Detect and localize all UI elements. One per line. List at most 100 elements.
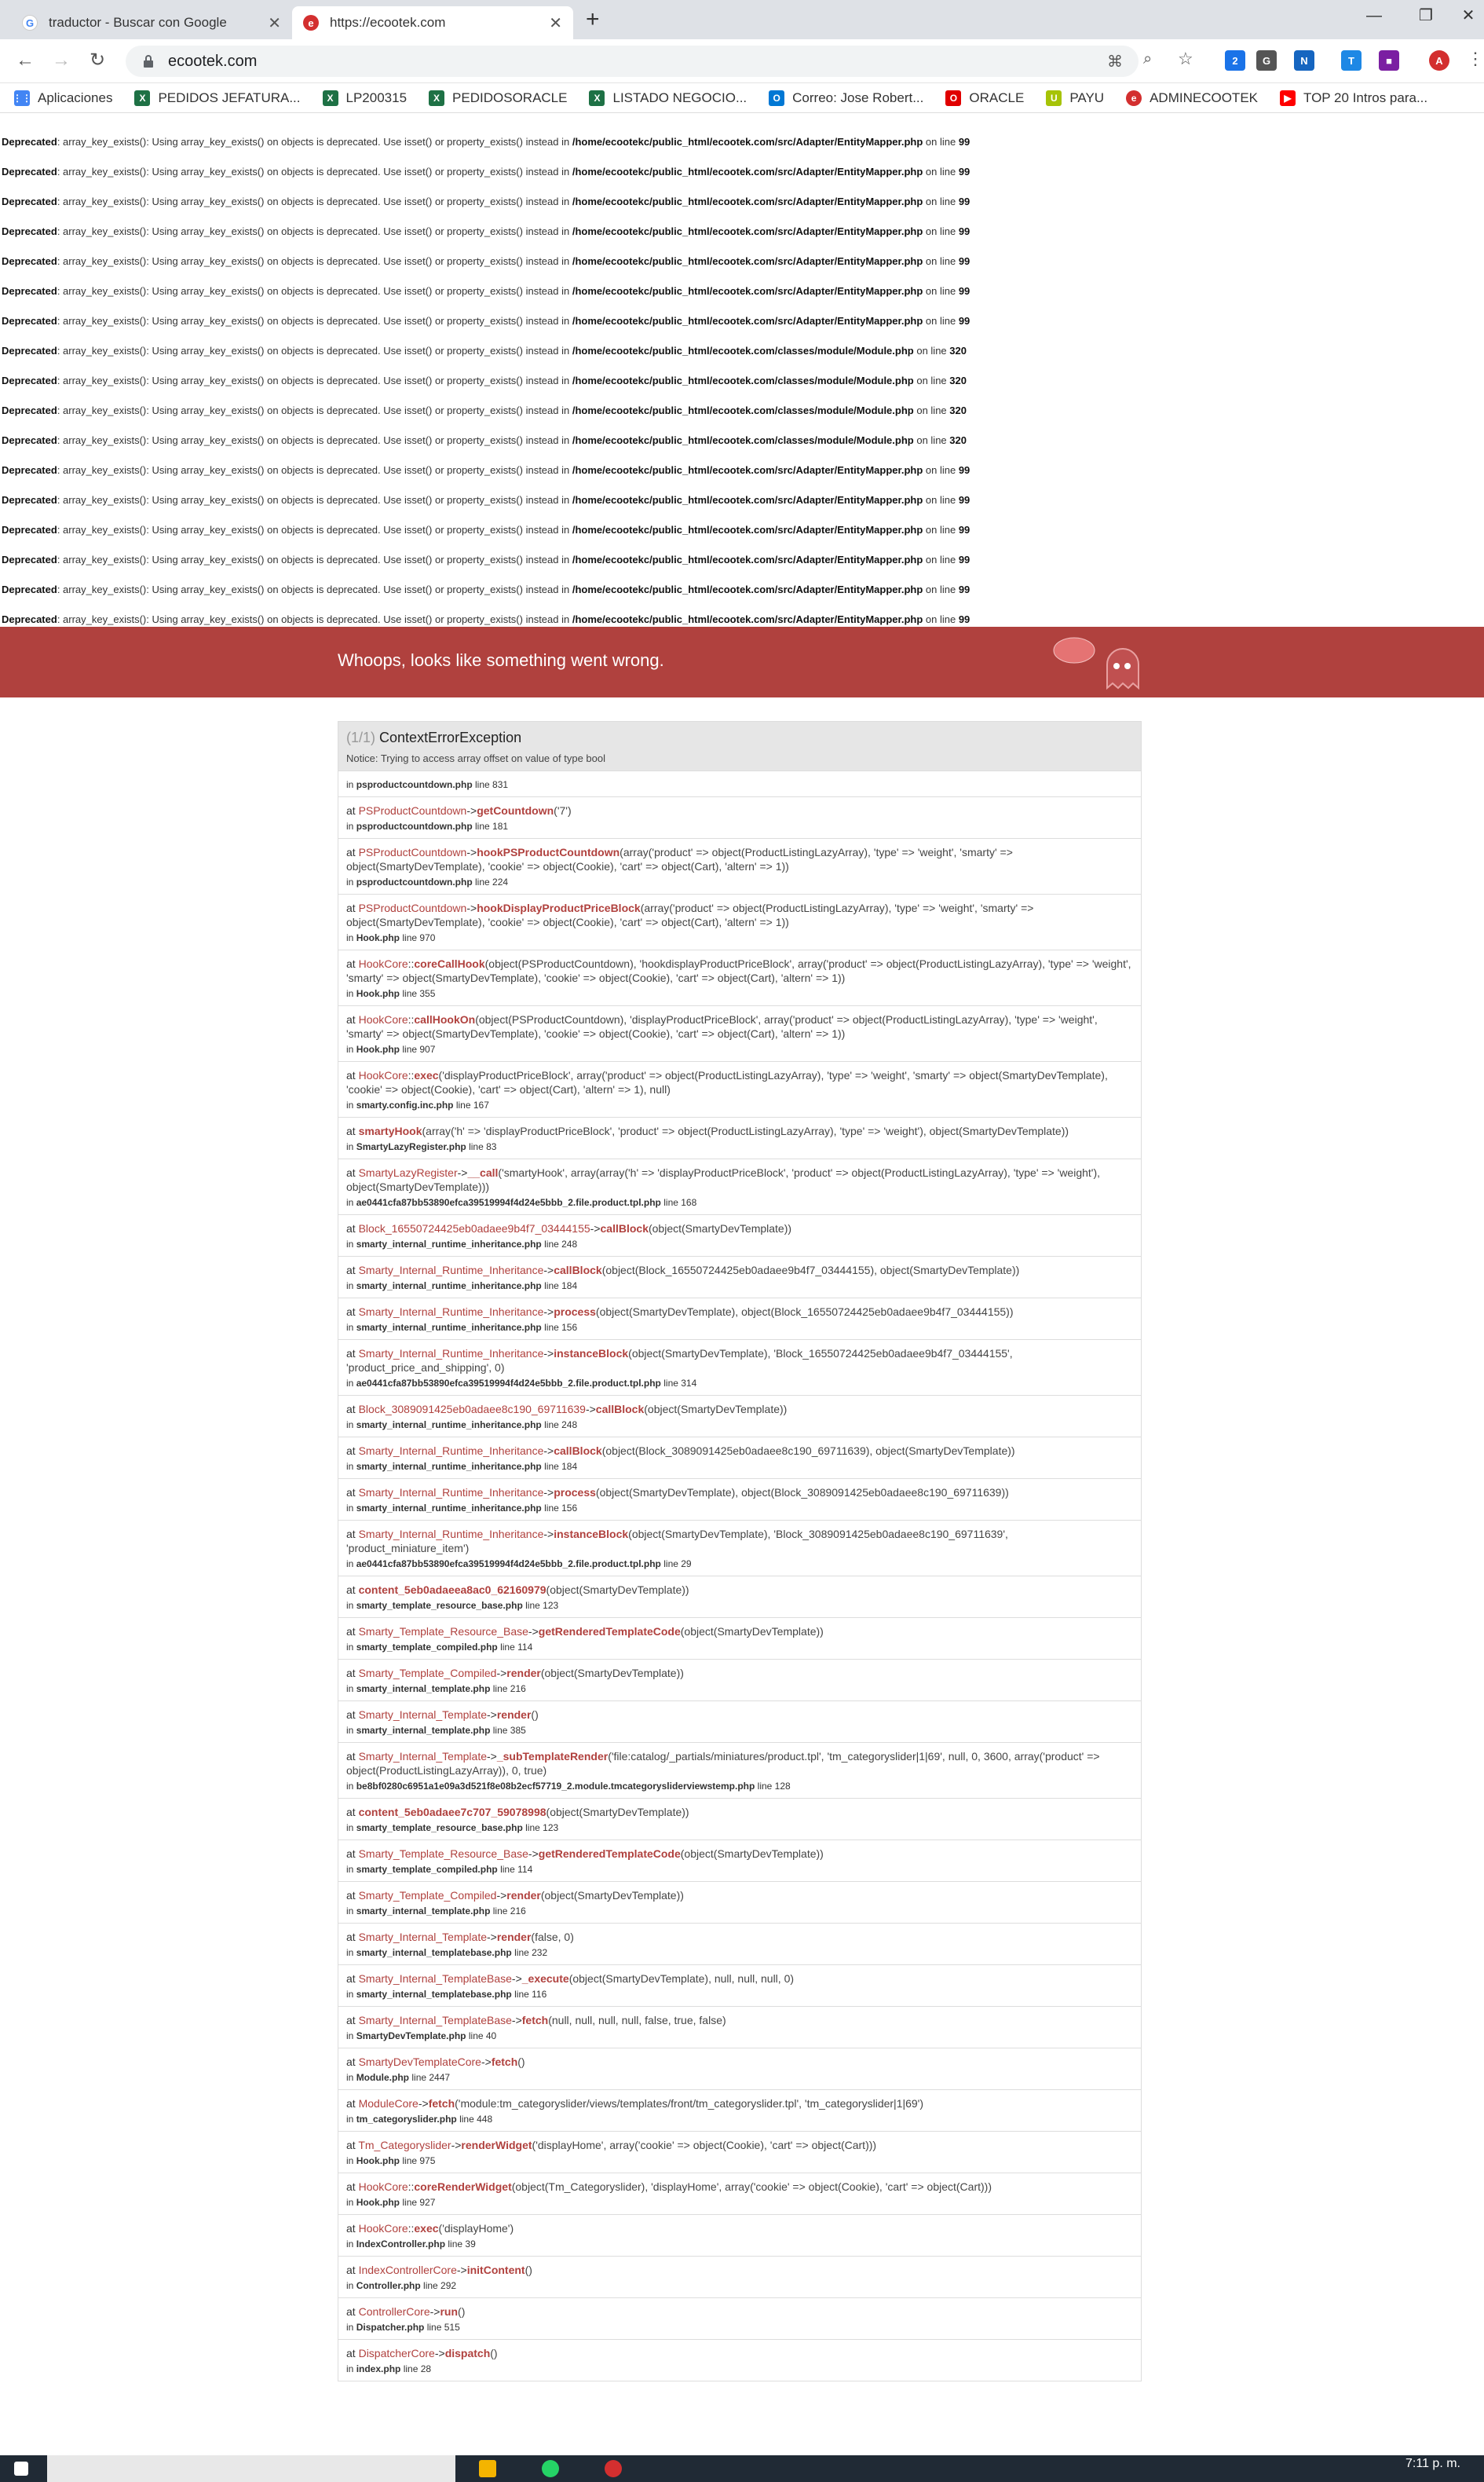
deprecated-line-number: 99 bbox=[958, 494, 970, 506]
trace-file: Hook.php bbox=[356, 988, 400, 999]
bookmark-label: PEDIDOSORACLE bbox=[452, 90, 568, 105]
trace-in: in bbox=[346, 1141, 356, 1152]
deprecated-message: : array_key_exists(): Using array_key_ex… bbox=[57, 225, 572, 237]
restore-icon[interactable]: ❐ bbox=[1402, 2, 1449, 30]
trace-function: __call bbox=[467, 1166, 499, 1179]
trace-args: (object(Block_16550724425eb0adaee9b4f7_0… bbox=[601, 1264, 1020, 1276]
trace-frame: at Block_3089091425eb0adaee8c190_6971163… bbox=[338, 1395, 1141, 1437]
trace-line: line 515 bbox=[426, 2322, 460, 2333]
bookmark-item[interactable]: ⋮⋮ Aplicaciones bbox=[13, 90, 112, 106]
bookmark-star-icon[interactable]: ☆ bbox=[1178, 49, 1193, 69]
forward-arrow-icon[interactable]: → bbox=[52, 49, 71, 72]
extension-icon[interactable]: ■ bbox=[1379, 50, 1399, 71]
trace-class: Smarty_Template_Resource_Base bbox=[358, 1847, 528, 1860]
trace-args: (object(Tm_Categoryslider), 'displayHome… bbox=[511, 2180, 992, 2193]
file-explorer-icon[interactable] bbox=[479, 2460, 496, 2477]
new-tab-button[interactable]: + bbox=[586, 8, 600, 31]
bookmark-item[interactable]: X PEDIDOSORACLE bbox=[429, 90, 567, 106]
trace-args: (object(SmartyDevTemplate)) bbox=[546, 1583, 689, 1596]
trace-operator: -> bbox=[487, 1708, 497, 1721]
chrome-icon[interactable] bbox=[605, 2460, 622, 2477]
bookmark-item[interactable]: U PAYU bbox=[1046, 90, 1104, 106]
bookmark-label: LP200315 bbox=[345, 90, 408, 105]
zoom-icon[interactable]: ⌕ bbox=[1143, 50, 1152, 68]
trace-operator: -> bbox=[543, 1264, 554, 1276]
menu-dots-icon[interactable]: ⋮ bbox=[1467, 49, 1484, 69]
excel-icon: X bbox=[134, 90, 151, 106]
back-arrow-icon[interactable]: ← bbox=[16, 49, 35, 72]
close-window-icon[interactable]: ✕ bbox=[1445, 2, 1484, 30]
trace-in: in bbox=[346, 1725, 356, 1736]
trace-frame: at Smarty_Internal_Runtime_Inheritance->… bbox=[338, 1339, 1141, 1395]
tab-title: https://ecootek.com bbox=[330, 15, 446, 30]
bookmark-item[interactable]: e ADMINECOOTEK bbox=[1126, 90, 1258, 106]
deprecated-line: Deprecated: array_key_exists(): Using ar… bbox=[0, 220, 1484, 250]
deprecated-message: : array_key_exists(): Using array_key_ex… bbox=[57, 136, 572, 148]
extension-icon[interactable]: 2 bbox=[1225, 50, 1245, 71]
translate-icon[interactable]: ⌘ bbox=[1107, 52, 1123, 71]
trace-file: psproductcountdown.php bbox=[356, 821, 473, 832]
deprecated-online: on line bbox=[923, 584, 959, 595]
extension-icon[interactable]: T bbox=[1341, 50, 1362, 71]
deprecated-line: Deprecated: array_key_exists(): Using ar… bbox=[0, 459, 1484, 489]
trace-line: line 123 bbox=[525, 1600, 559, 1611]
profile-avatar[interactable]: A bbox=[1429, 50, 1449, 71]
trace-function: hookPSProductCountdown bbox=[477, 846, 620, 858]
bookmark-item[interactable]: ▶ TOP 20 Intros para... bbox=[1280, 90, 1427, 106]
bookmark-item[interactable]: O ORACLE bbox=[945, 90, 1024, 106]
tab-ecootek[interactable]: e https://ecootek.com ✕ bbox=[292, 6, 573, 39]
deprecated-online: on line bbox=[913, 345, 950, 357]
deprecated-line: Deprecated: array_key_exists(): Using ar… bbox=[0, 518, 1484, 548]
close-tab-icon[interactable]: ✕ bbox=[268, 13, 281, 33]
trace-operator: -> bbox=[543, 1444, 554, 1457]
taskbar-search-box[interactable] bbox=[47, 2455, 455, 2482]
bookmark-item[interactable]: O Correo: Jose Robert... bbox=[769, 90, 923, 106]
deprecated-online: on line bbox=[913, 405, 950, 416]
trace-at: at bbox=[346, 2014, 359, 2026]
trace-class: Smarty_Template_Compiled bbox=[358, 1889, 497, 1902]
trace-line: line 216 bbox=[492, 1905, 526, 1916]
bookmark-item[interactable]: X LISTADO NEGOCIO... bbox=[589, 90, 747, 106]
trace-at: at bbox=[346, 1125, 359, 1137]
excel-icon: X bbox=[322, 90, 338, 106]
trace-class: HookCore bbox=[358, 1013, 408, 1026]
deprecated-path: /home/ecootekc/public_html/ecootek.com/s… bbox=[572, 524, 923, 536]
deprecated-line-number: 320 bbox=[949, 405, 967, 416]
tab-google-search[interactable]: G traductor - Buscar con Google ✕ bbox=[11, 6, 292, 39]
deprecated-line: Deprecated: array_key_exists(): Using ar… bbox=[0, 578, 1484, 608]
windows-start-icon[interactable] bbox=[14, 2462, 28, 2476]
trace-frame: at HookCore::coreRenderWidget(object(Tm_… bbox=[338, 2173, 1141, 2214]
deprecated-message: : array_key_exists(): Using array_key_ex… bbox=[57, 434, 572, 446]
trace-at: at bbox=[346, 1264, 359, 1276]
trace-frame: at ControllerCore->run() in Dispatcher.ph… bbox=[338, 2297, 1141, 2339]
extension-icon[interactable]: G bbox=[1256, 50, 1277, 71]
trace-line: line 224 bbox=[475, 877, 509, 888]
trace-at: at bbox=[346, 846, 359, 858]
deprecated-line-number: 99 bbox=[958, 166, 970, 178]
deprecated-label: Deprecated bbox=[2, 554, 57, 566]
reload-icon[interactable]: ↻ bbox=[90, 49, 105, 72]
trace-function: getCountdown bbox=[477, 804, 554, 817]
trace-at: at bbox=[346, 1708, 359, 1721]
trace-in: in bbox=[346, 1905, 356, 1916]
trace-line: line 40 bbox=[468, 2030, 497, 2041]
trace-operator: -> bbox=[543, 1347, 554, 1360]
trace-frame: at Smarty_Internal_Template->render(fals… bbox=[338, 1923, 1141, 1964]
minimize-icon[interactable]: — bbox=[1351, 2, 1398, 30]
trace-in: in bbox=[346, 1989, 356, 2000]
address-bar[interactable]: ecootek.com ⌘ bbox=[126, 46, 1139, 77]
trace-line: line 83 bbox=[469, 1141, 497, 1152]
trace-at: at bbox=[346, 2139, 359, 2151]
close-tab-icon[interactable]: ✕ bbox=[549, 13, 562, 33]
extension-icon[interactable]: N bbox=[1294, 50, 1314, 71]
trace-args: () bbox=[525, 2264, 532, 2276]
bookmark-item[interactable]: X PEDIDOS JEFATURA... bbox=[134, 90, 301, 106]
bookmark-item[interactable]: X LP200315 bbox=[322, 90, 408, 106]
deprecated-line-number: 99 bbox=[958, 554, 970, 566]
trace-args: (object(SmartyDevTemplate)) bbox=[540, 1667, 684, 1679]
trace-class: Smarty_Template_Compiled bbox=[358, 1667, 497, 1679]
trace-in: in bbox=[346, 779, 356, 790]
whatsapp-icon[interactable] bbox=[542, 2460, 559, 2477]
deprecated-message: : array_key_exists(): Using array_key_ex… bbox=[57, 255, 572, 267]
ecootek-icon: e bbox=[303, 15, 319, 31]
